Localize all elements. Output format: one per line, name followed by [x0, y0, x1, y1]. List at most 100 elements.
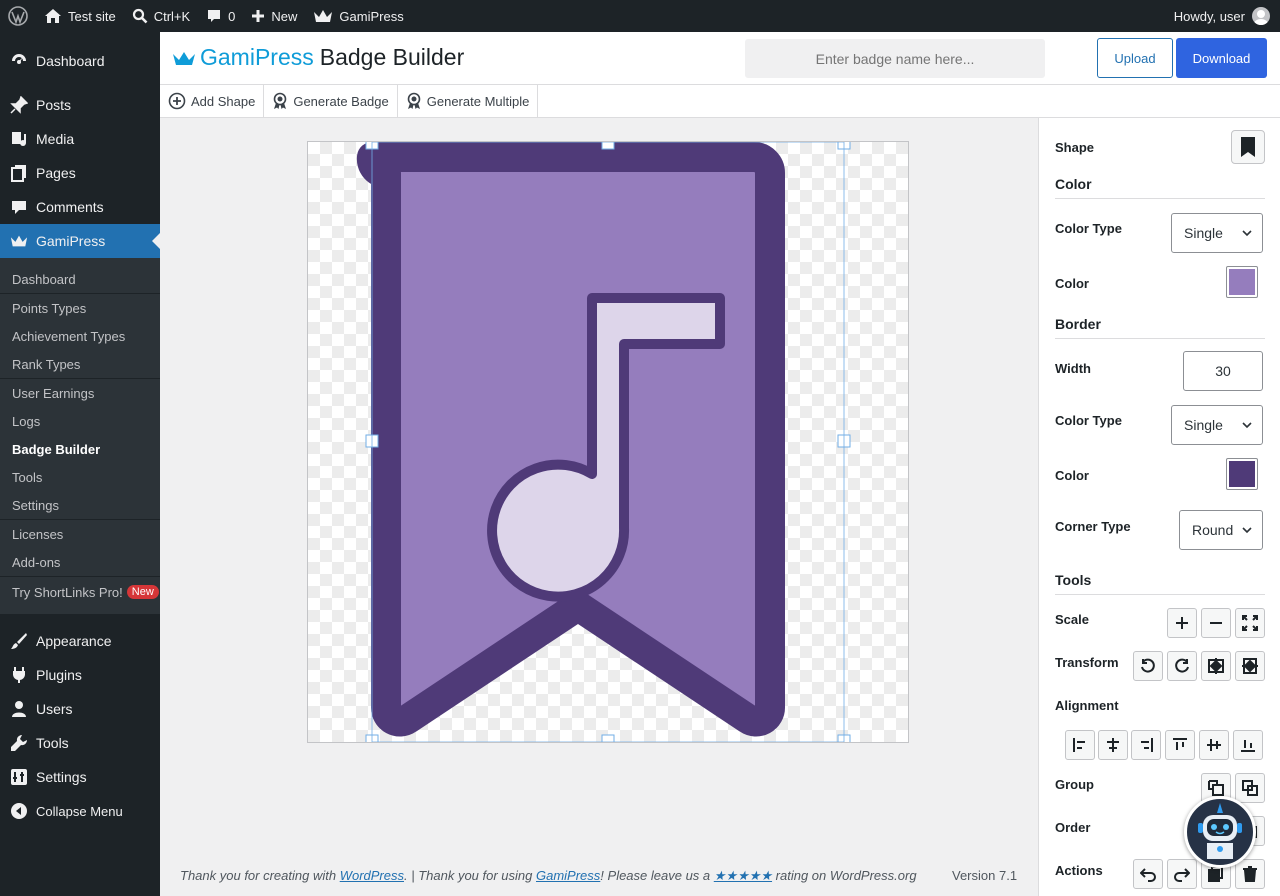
menu-collapse[interactable]: Collapse Menu — [0, 794, 160, 828]
title-text: Badge Builder — [319, 44, 465, 70]
undo-icon — [1140, 868, 1156, 882]
scale-label: Scale — [1055, 612, 1089, 627]
submenu-tools[interactable]: Tools — [0, 463, 160, 491]
properties-panel: Shape Color Color Type Single Color Bord… — [1038, 118, 1280, 896]
corner-type-select[interactable]: Round — [1179, 510, 1263, 550]
submenu-try-shortlinks[interactable]: Try ShortLinks Pro! New — [0, 577, 160, 607]
rotate-right-button[interactable] — [1167, 651, 1197, 681]
border-width-input[interactable]: 30 — [1183, 351, 1263, 391]
scale-up-button[interactable] — [1167, 608, 1197, 638]
align-middle-button[interactable] — [1199, 730, 1229, 760]
comment-icon — [206, 8, 222, 24]
menu-users[interactable]: Users — [0, 692, 160, 726]
assistant-bot-button[interactable] — [1184, 796, 1256, 868]
version-text: Version 7.1 — [952, 868, 1018, 883]
upload-button[interactable]: Upload — [1097, 38, 1173, 78]
submenu-dashboard[interactable]: Dashboard — [0, 265, 160, 293]
gamipress-link[interactable]: GamiPress — [305, 0, 411, 32]
scale-down-button[interactable] — [1201, 608, 1231, 638]
submenu-settings[interactable]: Settings — [0, 491, 160, 519]
menu-comments[interactable]: Comments — [0, 190, 160, 224]
submenu-add-ons[interactable]: Add-ons — [0, 548, 160, 576]
color-type-select[interactable]: Single — [1171, 213, 1263, 253]
chevron-down-icon — [1242, 230, 1252, 237]
menu-pages[interactable]: Pages — [0, 156, 160, 190]
comment-icon — [10, 198, 28, 216]
border-color-type-label: Color Type — [1055, 413, 1122, 428]
menu-media[interactable]: Media — [0, 122, 160, 156]
gamipress-label: GamiPress — [339, 8, 404, 24]
avatar — [1252, 7, 1270, 25]
border-color-swatch[interactable] — [1226, 458, 1258, 490]
search-shortcut[interactable]: Ctrl+K — [124, 0, 198, 32]
generate-multiple-button[interactable]: Generate Multiple — [398, 85, 539, 117]
badge-preview — [356, 142, 851, 742]
rotate-left-button[interactable] — [1133, 651, 1163, 681]
flip-horizontal-button[interactable] — [1201, 651, 1231, 681]
submenu-points-types[interactable]: Points Types — [0, 294, 160, 322]
scale-fit-button[interactable] — [1235, 608, 1265, 638]
shape-picker-button[interactable] — [1231, 130, 1265, 164]
site-name-link[interactable]: Test site — [36, 0, 124, 32]
submenu-badge-builder[interactable]: Badge Builder — [0, 435, 160, 463]
comments-link[interactable]: 0 — [198, 0, 243, 32]
order-label: Order — [1055, 820, 1091, 835]
rating-stars-link[interactable]: ★★★★★ — [714, 868, 772, 883]
bookmark-icon — [1241, 137, 1255, 157]
align-bottom-icon — [1241, 740, 1255, 752]
search-icon — [132, 8, 148, 24]
generate-badge-button[interactable]: Generate Badge — [264, 85, 398, 117]
align-top-icon — [1173, 738, 1187, 750]
ungroup-icon — [1242, 780, 1258, 796]
submenu-label: Try ShortLinks Pro! — [12, 584, 123, 600]
rotate-left-icon — [1141, 658, 1155, 673]
submenu-licenses[interactable]: Licenses — [0, 520, 160, 548]
color-swatch[interactable] — [1226, 266, 1258, 298]
wordpress-link[interactable]: WordPress — [340, 868, 404, 883]
wordpress-logo-icon[interactable] — [0, 0, 36, 32]
download-button[interactable]: Download — [1176, 38, 1267, 78]
badge-canvas[interactable] — [307, 141, 909, 743]
align-bottom-button[interactable] — [1233, 730, 1263, 760]
flip-horizontal-icon — [1208, 658, 1224, 674]
align-right-icon — [1141, 738, 1153, 752]
submenu-rank-types[interactable]: Rank Types — [0, 350, 160, 378]
shape-label: Shape — [1055, 140, 1095, 155]
align-center-button[interactable] — [1098, 730, 1128, 760]
color-type-value: Single — [1184, 225, 1223, 241]
menu-label: Collapse Menu — [36, 803, 123, 819]
align-left-button[interactable] — [1065, 730, 1095, 760]
align-right-button[interactable] — [1131, 730, 1161, 760]
transform-label: Transform — [1055, 655, 1119, 670]
border-color-label: Color — [1055, 468, 1089, 483]
site-name: Test site — [68, 8, 116, 24]
brand-name: GamiPress — [200, 44, 314, 70]
generate-multiple-label: Generate Multiple — [426, 93, 530, 109]
footer-text: Thank you for creating with — [180, 868, 340, 883]
menu-label: Settings — [36, 769, 87, 785]
menu-tools[interactable]: Tools — [0, 726, 160, 760]
submenu-achievement-types[interactable]: Achievement Types — [0, 322, 160, 350]
flip-vertical-button[interactable] — [1235, 651, 1265, 681]
border-color-type-select[interactable]: Single — [1171, 405, 1263, 445]
menu-appearance[interactable]: Appearance — [0, 624, 160, 658]
add-shape-button[interactable]: Add Shape — [160, 85, 265, 117]
new-content-link[interactable]: New — [243, 0, 305, 32]
align-top-button[interactable] — [1165, 730, 1195, 760]
menu-plugins[interactable]: Plugins — [0, 658, 160, 692]
color-swatch-fill — [1229, 269, 1255, 295]
submenu-logs[interactable]: Logs — [0, 407, 160, 435]
tools-section-title: Tools — [1055, 572, 1265, 595]
menu-posts[interactable]: Posts — [0, 88, 160, 122]
undo-button[interactable] — [1133, 859, 1163, 889]
crown-icon — [313, 8, 333, 24]
my-account[interactable]: Howdy, user — [1174, 7, 1280, 25]
menu-gamipress[interactable]: GamiPress — [0, 224, 160, 258]
badge-name-input[interactable] — [745, 39, 1045, 78]
menu-dashboard[interactable]: Dashboard — [0, 44, 160, 78]
pin-icon — [10, 96, 28, 114]
gamipress-link[interactable]: GamiPress — [536, 868, 600, 883]
submenu-user-earnings[interactable]: User Earnings — [0, 379, 160, 407]
menu-settings[interactable]: Settings — [0, 760, 160, 794]
color-type-label: Color Type — [1055, 221, 1122, 236]
